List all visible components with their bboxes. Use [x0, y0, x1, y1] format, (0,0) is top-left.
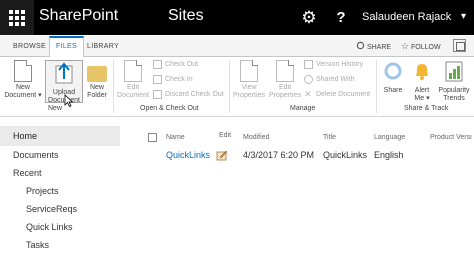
edit-properties-label-2: Properties — [269, 92, 301, 99]
tab-browse[interactable]: BROWSE — [13, 43, 46, 50]
check-in-icon — [153, 75, 162, 84]
new-document-label-2: Document ▾ — [4, 92, 42, 99]
discard-check-out-icon — [153, 90, 162, 99]
group-label-new: New — [48, 105, 63, 112]
view-properties-label-2: Properties — [233, 92, 265, 99]
tab-files[interactable]: FILES — [49, 36, 84, 57]
delete-document-button[interactable]: ✕ Delete Document — [304, 90, 370, 99]
view-properties-button[interactable]: View Properties — [231, 60, 267, 100]
check-in-label: Check In — [165, 76, 193, 83]
nav-item-quick-links[interactable]: Quick Links — [26, 222, 73, 232]
discard-check-out-label: Discard Check Out — [165, 91, 224, 98]
popularity-trends-label-1: Popularity — [438, 87, 470, 94]
delete-icon: ✕ — [304, 89, 312, 99]
column-header-language[interactable]: Language — [374, 134, 405, 141]
new-folder-button[interactable]: New Folder — [86, 60, 108, 100]
follow-label: FOLLOW — [411, 44, 441, 51]
shared-with-button[interactable]: Shared With — [304, 75, 355, 84]
alert-me-label-1: Alert — [414, 87, 430, 94]
group-label-share-track: Share & Track — [404, 105, 449, 112]
group-label-open-check-out: Open & Check Out — [140, 105, 199, 112]
check-out-icon — [153, 60, 162, 69]
edit-properties-icon — [276, 60, 294, 82]
popularity-trends-icon — [445, 61, 463, 82]
edit-document-icon — [124, 60, 142, 82]
select-all-checkbox[interactable] — [148, 133, 157, 142]
check-out-label: Check Out — [165, 61, 199, 68]
edit-document-icon[interactable] — [216, 149, 228, 161]
edit-properties-label-1: Edit — [278, 84, 292, 91]
share-label: SHARE — [366, 44, 392, 51]
shared-with-label: Shared With — [316, 76, 355, 83]
document-title: QuickLinks — [323, 150, 368, 160]
view-properties-icon — [240, 60, 258, 82]
new-folder-label-2: Folder — [87, 92, 107, 99]
mouse-cursor-icon — [64, 94, 74, 107]
user-name[interactable]: Salaudeen Rajack — [362, 11, 451, 23]
nav-item-recent[interactable]: Recent — [13, 168, 42, 178]
alert-me-label-2: Me ▾ — [414, 95, 430, 102]
nav-item-documents[interactable]: Documents — [13, 150, 59, 160]
share-label: Share — [383, 87, 403, 94]
delete-document-label: Delete Document — [316, 91, 371, 98]
help-icon[interactable]: ? — [326, 0, 356, 35]
version-history-button[interactable]: Version History — [304, 60, 363, 69]
column-header-edit[interactable]: Edit — [219, 132, 231, 139]
nav-item-projects[interactable]: Projects — [26, 186, 59, 196]
document-name-link[interactable]: QuickLinks — [166, 150, 210, 160]
chevron-down-icon[interactable]: ▾ — [461, 11, 466, 22]
column-header-product-version[interactable]: Product Versi — [430, 134, 474, 141]
new-document-icon — [14, 60, 32, 82]
star-icon: ☆ — [401, 41, 410, 51]
modified-date: 4/3/2017 6:20 PM — [243, 150, 315, 160]
bell-icon — [416, 64, 428, 80]
version-history-icon — [304, 60, 313, 69]
shared-with-icon — [304, 75, 313, 84]
follow-link[interactable]: ☆ FOLLOW — [401, 41, 441, 52]
column-header-modified[interactable]: Modified — [243, 134, 269, 141]
column-header-name[interactable]: Name — [166, 134, 185, 141]
folder-icon — [87, 66, 107, 82]
popularity-trends-button[interactable]: Popularity Trends — [436, 60, 472, 103]
focus-on-content-icon[interactable] — [453, 39, 466, 52]
share-link[interactable]: SHARE — [356, 41, 391, 51]
app-launcher-icon[interactable] — [0, 0, 34, 35]
new-folder-label-1: New — [89, 84, 104, 91]
suite-section-sites[interactable]: Sites — [168, 7, 204, 25]
group-separator — [229, 60, 230, 113]
alert-me-button[interactable]: Alert Me ▾ — [409, 60, 435, 103]
upload-icon — [55, 62, 73, 84]
discard-check-out-button[interactable]: Discard Check Out — [153, 90, 224, 99]
nav-item-home[interactable]: Home — [0, 126, 120, 146]
share-icon — [356, 41, 365, 50]
check-in-button[interactable]: Check In — [153, 75, 193, 84]
view-properties-label-1: View — [241, 84, 257, 91]
brand-title[interactable]: SharePoint — [39, 7, 118, 25]
gear-icon[interactable]: ⚙ — [292, 0, 326, 35]
new-document-label-1: New — [15, 84, 30, 91]
share-icon — [384, 62, 402, 80]
ribbon-tab-row: BROWSE FILES LIBRARY SHARE ☆ FOLLOW — [0, 36, 474, 57]
nav-item-servicereqs[interactable]: ServiceReqs — [26, 204, 77, 214]
popularity-trends-label-2: Trends — [443, 95, 465, 102]
version-history-label: Version History — [316, 61, 364, 68]
edit-document-label-1: Edit — [126, 84, 140, 91]
group-label-manage: Manage — [290, 105, 316, 112]
edit-document-label-2: Document — [117, 92, 149, 99]
nav-item-tasks[interactable]: Tasks — [26, 240, 49, 250]
suite-bar: SharePoint Sites ⚙ ? Salaudeen Rajack ▾ — [0, 0, 474, 35]
document-language: English — [374, 150, 404, 160]
group-separator — [376, 60, 377, 113]
edit-document-button[interactable]: Edit Document — [117, 60, 149, 100]
new-document-button[interactable]: New Document ▾ — [4, 60, 42, 100]
share-button[interactable]: Share — [380, 60, 406, 95]
group-separator — [113, 60, 114, 113]
column-header-title[interactable]: Title — [323, 134, 336, 141]
tab-library[interactable]: LIBRARY — [87, 43, 119, 50]
edit-properties-button[interactable]: Edit Properties — [267, 60, 303, 100]
ribbon: New Document ▾ Upload Document New Folde… — [0, 57, 474, 117]
check-out-button[interactable]: Check Out — [153, 60, 198, 69]
